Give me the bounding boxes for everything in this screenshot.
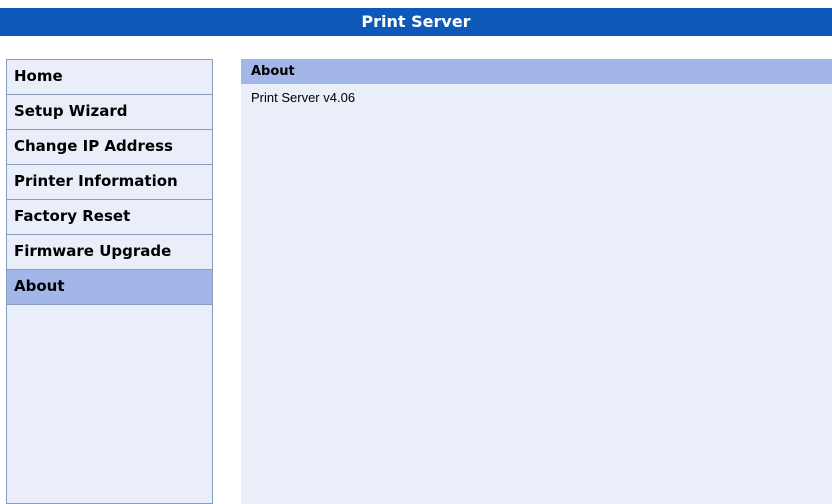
- sidebar-item-home[interactable]: Home: [7, 60, 212, 95]
- section-header: About: [241, 59, 832, 84]
- main-content-panel: About Print Server v4.06: [241, 59, 832, 504]
- sidebar-nav: Home Setup Wizard Change IP Address Prin…: [6, 59, 213, 504]
- sidebar-item-about[interactable]: About: [7, 270, 212, 305]
- sidebar-item-printer-information[interactable]: Printer Information: [7, 165, 212, 200]
- sidebar-item-firmware-upgrade[interactable]: Firmware Upgrade: [7, 235, 212, 270]
- sidebar-item-setup-wizard[interactable]: Setup Wizard: [7, 95, 212, 130]
- page-title: Print Server: [0, 8, 832, 36]
- sidebar-item-change-ip-address[interactable]: Change IP Address: [7, 130, 212, 165]
- sidebar-item-factory-reset[interactable]: Factory Reset: [7, 200, 212, 235]
- version-text: Print Server v4.06: [251, 90, 356, 105]
